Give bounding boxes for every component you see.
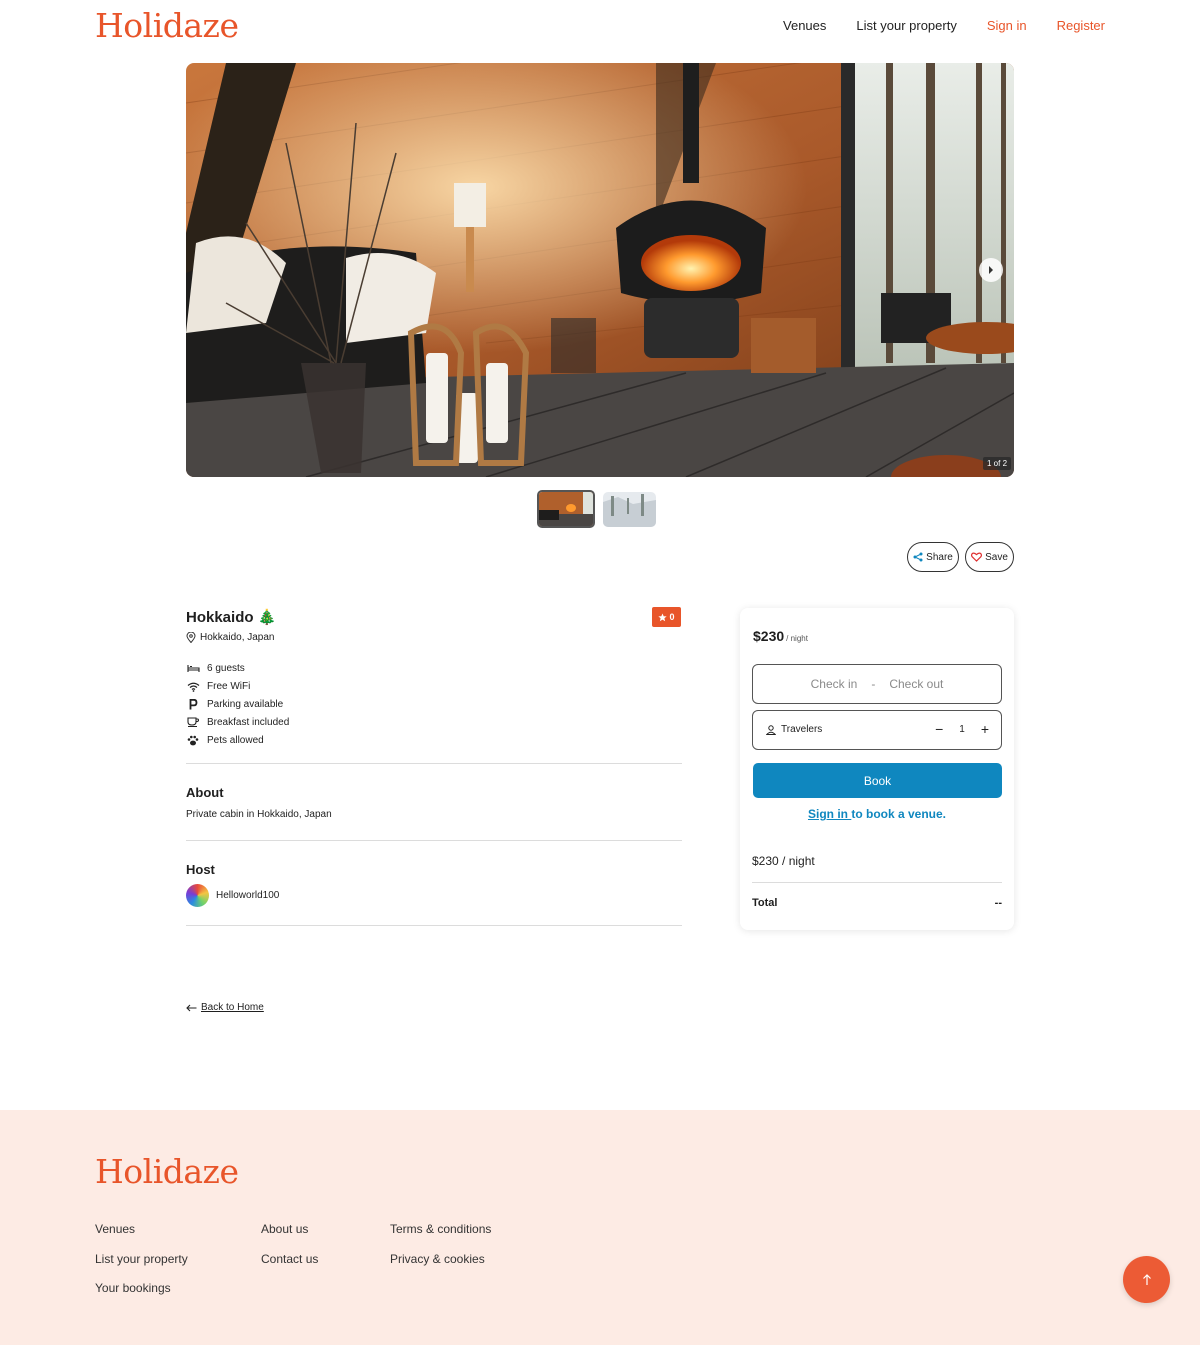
divider xyxy=(186,763,682,764)
booking-card: $230/ night Check in - Check out Travele… xyxy=(740,608,1014,930)
footer-link-venues[interactable]: Venues xyxy=(95,1222,188,1252)
check-in-field[interactable]: Check in xyxy=(811,677,858,691)
travelers-stepper: − 1 + xyxy=(935,721,989,737)
decrement-button[interactable]: − xyxy=(935,721,943,737)
book-button[interactable]: Book xyxy=(753,763,1002,798)
thumbnail-1[interactable] xyxy=(537,490,595,528)
divider xyxy=(186,925,682,926)
bed-icon xyxy=(186,665,200,673)
footer-column-2: About us Contact us xyxy=(261,1222,318,1281)
per-night-price: $230 / night xyxy=(752,854,815,868)
amenity-wifi: Free WiFi xyxy=(186,678,289,696)
rating-badge: 0 xyxy=(652,607,681,627)
arrow-left-icon xyxy=(186,1004,197,1011)
amenities-list: 6 guests Free WiFi Parking available Bre… xyxy=(186,660,289,749)
thumbnail-snow-image xyxy=(603,492,656,527)
price-value: $230 xyxy=(753,628,785,644)
date-separator: - xyxy=(871,677,876,691)
chevron-right-icon xyxy=(989,266,993,274)
host-name: Helloworld100 xyxy=(216,890,280,901)
host-heading: Host xyxy=(186,862,215,877)
rating-value: 0 xyxy=(669,612,675,622)
thumbnail-2[interactable] xyxy=(603,492,656,527)
travelers-label-group: Travelers xyxy=(766,724,822,735)
share-icon xyxy=(913,552,923,562)
total-label: Total xyxy=(752,897,778,909)
footer-column-1: Venues List your property Your bookings xyxy=(95,1222,188,1311)
divider xyxy=(752,882,1002,883)
parking-icon xyxy=(189,698,198,710)
check-out-field[interactable]: Check out xyxy=(889,677,943,691)
save-button[interactable]: Save xyxy=(965,542,1014,572)
travelers-selector: Travelers − 1 + xyxy=(752,710,1002,750)
nav-list-property[interactable]: List your property xyxy=(856,18,956,33)
travelers-label: Travelers xyxy=(781,724,823,735)
price-display: $230/ night xyxy=(753,628,808,644)
star-icon xyxy=(658,612,668,621)
site-header: Holidaze Venues List your property Sign … xyxy=(0,0,1200,52)
back-to-home-link[interactable]: Back to Home xyxy=(186,1002,264,1013)
footer-link-privacy[interactable]: Privacy & cookies xyxy=(390,1252,491,1282)
amenity-label: Free WiFi xyxy=(207,681,251,693)
price-unit: / night xyxy=(786,634,808,643)
about-heading: About xyxy=(186,785,224,800)
footer-link-bookings[interactable]: Your bookings xyxy=(95,1281,188,1311)
footer-link-list-property[interactable]: List your property xyxy=(95,1252,188,1282)
heart-icon xyxy=(971,552,983,562)
amenity-label: Pets allowed xyxy=(207,734,264,746)
cabin-interior-illustration xyxy=(186,63,1014,477)
amenity-pets: Pets allowed xyxy=(186,731,289,749)
wifi-icon xyxy=(187,682,199,692)
date-picker[interactable]: Check in - Check out xyxy=(752,664,1002,704)
increment-button[interactable]: + xyxy=(981,721,989,737)
venue-title: Hokkaido 🎄 xyxy=(186,609,277,626)
arrow-up-icon xyxy=(1142,1273,1151,1285)
amenity-label: 6 guests xyxy=(207,663,245,675)
footer-link-about[interactable]: About us xyxy=(261,1222,318,1252)
paw-icon xyxy=(187,735,199,745)
signin-link[interactable]: Sign in xyxy=(808,807,851,821)
site-footer: Holidaze Venues List your property Your … xyxy=(0,1110,1200,1345)
footer-link-terms[interactable]: Terms & conditions xyxy=(390,1222,491,1252)
venue-main-image xyxy=(186,63,1014,477)
share-button[interactable]: Share xyxy=(907,542,959,572)
back-link-label: Back to Home xyxy=(201,1002,264,1013)
nav-venues[interactable]: Venues xyxy=(783,18,826,33)
next-image-button[interactable] xyxy=(979,258,1003,282)
logo[interactable]: Holidaze xyxy=(95,6,239,45)
main-nav: Venues List your property Sign in Regist… xyxy=(753,18,1105,33)
footer-column-3: Terms & conditions Privacy & cookies xyxy=(390,1222,491,1281)
image-counter: 1 of 2 xyxy=(983,457,1012,470)
thumbnail-cabin-image xyxy=(539,492,593,526)
total-value: -- xyxy=(994,897,1002,909)
footer-link-contact[interactable]: Contact us xyxy=(261,1252,318,1282)
coffee-icon xyxy=(187,717,199,728)
location-pin-icon xyxy=(186,632,196,643)
divider xyxy=(186,840,682,841)
signin-note: Sign in to book a venue. xyxy=(740,807,1014,821)
save-label: Save xyxy=(985,551,1008,563)
amenity-guests: 6 guests xyxy=(186,660,289,678)
about-text: Private cabin in Hokkaido, Japan xyxy=(186,809,332,820)
amenity-parking: Parking available xyxy=(186,696,289,714)
venue-location: Hokkaido, Japan xyxy=(186,632,275,643)
amenity-label: Parking available xyxy=(207,698,284,710)
share-label: Share xyxy=(926,551,953,563)
host-info: Helloworld100 xyxy=(186,884,279,907)
footer-logo[interactable]: Holidaze xyxy=(95,1152,239,1191)
nav-register[interactable]: Register xyxy=(1057,18,1105,33)
host-avatar xyxy=(186,884,209,907)
amenity-label: Breakfast included xyxy=(207,716,290,728)
location-text: Hokkaido, Japan xyxy=(200,632,275,643)
amenity-breakfast: Breakfast included xyxy=(186,713,289,731)
scroll-to-top-button[interactable] xyxy=(1123,1256,1170,1303)
nav-sign-in[interactable]: Sign in xyxy=(987,18,1027,33)
user-icon xyxy=(766,724,776,735)
signin-suffix: to book a venue. xyxy=(851,807,947,821)
travelers-count: 1 xyxy=(959,723,965,735)
